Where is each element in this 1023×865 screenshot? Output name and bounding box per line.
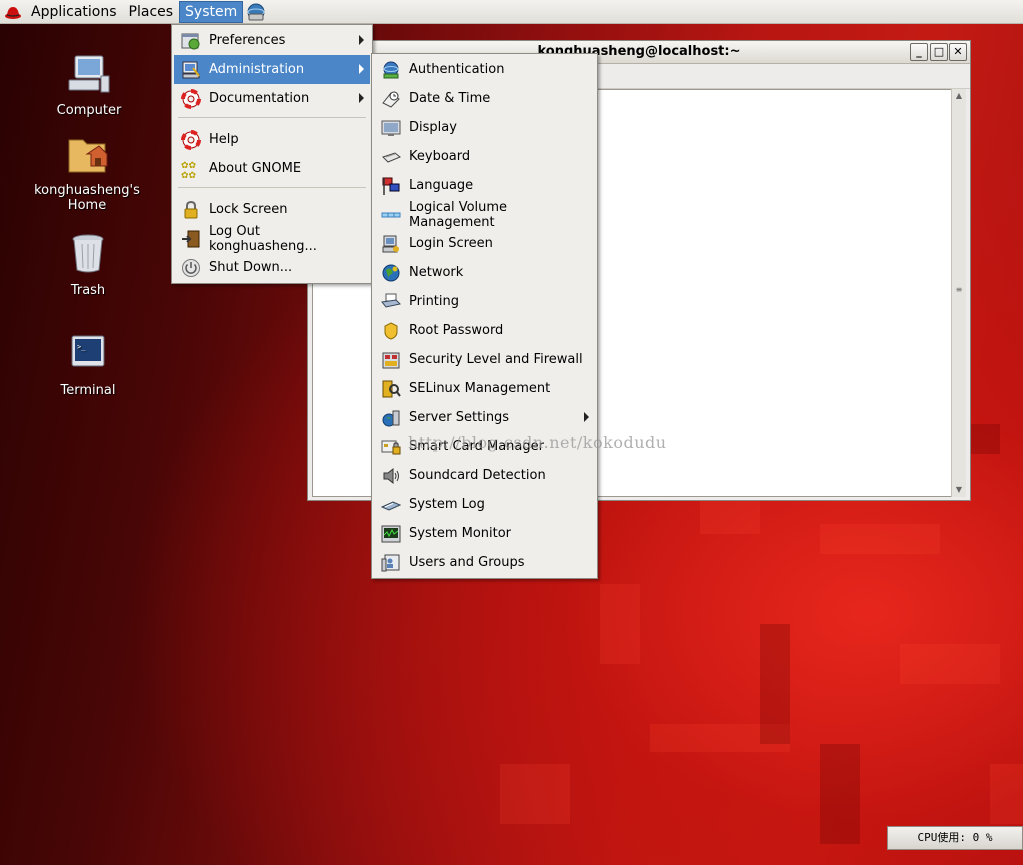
- menu-item-root-password[interactable]: Root Password: [374, 316, 595, 345]
- redhat-logo-icon: [5, 6, 21, 19]
- speaker-icon: [380, 465, 402, 487]
- keyboard-icon: [380, 146, 402, 168]
- computer-icon: [68, 55, 110, 93]
- close-button[interactable]: ✕: [949, 43, 967, 61]
- menu-item-keyboard[interactable]: Keyboard: [374, 142, 595, 171]
- menu-item-system-monitor[interactable]: System Monitor: [374, 519, 595, 548]
- svg-text:>_: >_: [77, 343, 86, 351]
- login-screen-icon: [380, 233, 402, 255]
- submenu-arrow-icon: [359, 35, 364, 45]
- smart-card-icon: [380, 436, 402, 458]
- menu-item-printing[interactable]: Printing: [374, 287, 595, 316]
- menu-item-selinux-management[interactable]: SELinux Management: [374, 374, 595, 403]
- preferences-icon: [180, 30, 202, 52]
- system-menu[interactable]: System: [179, 0, 244, 23]
- selinux-icon: [380, 378, 402, 400]
- menu-item-login-screen[interactable]: Login Screen: [374, 229, 595, 258]
- system-monitor-icon: [380, 523, 402, 545]
- desktop-icon-label: Terminal: [60, 383, 116, 398]
- printer-icon: [380, 291, 402, 313]
- menu-item-soundcard-detection[interactable]: Soundcard Detection: [374, 461, 595, 490]
- submenu-arrow-icon: [359, 64, 364, 74]
- system-menu-popup: Preferences Administration Documentation…: [171, 24, 373, 284]
- logout-door-icon: [180, 228, 202, 250]
- gnome-feet-icon: ✿✿ ✿✿: [180, 158, 202, 180]
- lifebuoy-icon: [180, 88, 202, 110]
- help-lifebuoy-icon: [180, 129, 202, 151]
- lvm-bar-icon: [380, 204, 402, 226]
- menu-item-display[interactable]: Display: [374, 113, 595, 142]
- scroll-grip-icon: ≡: [955, 285, 963, 294]
- desktop-icon-label: Trash: [70, 283, 106, 298]
- scroll-up-arrow-icon[interactable]: ▲: [954, 91, 964, 101]
- menu-item-security-level-firewall[interactable]: Security Level and Firewall: [374, 345, 595, 374]
- menu-separator: [178, 117, 366, 118]
- firewall-icon: [380, 349, 402, 371]
- menu-item-preferences[interactable]: Preferences: [174, 26, 370, 55]
- menu-item-date-time[interactable]: Date & Time: [374, 84, 595, 113]
- minimize-button[interactable]: _: [910, 43, 928, 61]
- menu-item-shut-down[interactable]: Shut Down...: [174, 253, 370, 282]
- menu-item-users-and-groups[interactable]: Users and Groups: [374, 548, 595, 577]
- lock-icon: [180, 199, 202, 221]
- network-browser-icon[interactable]: [245, 1, 267, 23]
- svg-text:✿✿: ✿✿: [181, 161, 197, 171]
- applications-menu[interactable]: Applications: [25, 1, 123, 23]
- root-shield-icon: [380, 320, 402, 342]
- language-flags-icon: [380, 175, 402, 197]
- desktop-icon-label: Computer: [56, 103, 122, 118]
- desktop-icon-computer[interactable]: Computer: [29, 52, 149, 118]
- watermark: http://blog.csdn.net/kokodudu: [408, 433, 667, 452]
- menu-item-system-log[interactable]: System Log: [374, 490, 595, 519]
- terminal-scrollbar[interactable]: ▲ ≡ ▼: [951, 89, 966, 497]
- maximize-button[interactable]: □: [930, 43, 948, 61]
- administration-icon: [180, 59, 202, 81]
- display-icon: [380, 117, 402, 139]
- menu-item-administration[interactable]: Administration: [174, 55, 370, 84]
- submenu-arrow-icon: [584, 412, 589, 422]
- menu-separator: [178, 187, 366, 188]
- submenu-arrow-icon: [359, 93, 364, 103]
- menu-item-log-out[interactable]: Log Out konghuasheng...: [174, 224, 370, 254]
- desktop-icon-trash[interactable]: Trash: [28, 232, 148, 298]
- authentication-icon: [380, 59, 402, 81]
- menu-item-logical-volume-management[interactable]: Logical Volume Management: [374, 200, 595, 230]
- menu-item-help[interactable]: Help: [174, 125, 370, 154]
- menu-item-server-settings[interactable]: Server Settings: [374, 403, 595, 432]
- terminal-icon: >_: [71, 335, 105, 367]
- menu-item-lock-screen[interactable]: Lock Screen: [174, 195, 370, 224]
- menu-item-documentation[interactable]: Documentation: [174, 84, 370, 113]
- menu-item-about-gnome[interactable]: ✿✿ ✿✿ About GNOME: [174, 154, 370, 183]
- system-log-icon: [380, 494, 402, 516]
- desktop-icon-home[interactable]: konghuasheng's Home: [27, 132, 147, 213]
- top-panel: Applications Places System: [0, 0, 1023, 24]
- cpu-usage-applet[interactable]: CPU使用: 0 %: [887, 826, 1023, 850]
- menu-item-language[interactable]: Language: [374, 171, 595, 200]
- places-menu[interactable]: Places: [123, 1, 180, 23]
- calendar-clock-icon: [380, 88, 402, 110]
- trash-icon: [72, 234, 104, 273]
- svg-text:✿✿: ✿✿: [181, 171, 197, 179]
- power-icon: [180, 257, 202, 279]
- users-groups-icon: [380, 552, 402, 574]
- administration-submenu: Authentication Date & Time Display Keybo…: [371, 53, 598, 579]
- home-folder-icon: [68, 139, 108, 173]
- network-globe-icon: [380, 262, 402, 284]
- server-globe-icon: [380, 407, 402, 429]
- desktop-icon-label: konghuasheng's Home: [34, 183, 140, 213]
- desktop-icon-terminal[interactable]: >_ Terminal: [28, 332, 148, 398]
- menu-item-network[interactable]: Network: [374, 258, 595, 287]
- scroll-down-arrow-icon[interactable]: ▼: [954, 485, 964, 495]
- menu-item-authentication[interactable]: Authentication: [374, 55, 595, 84]
